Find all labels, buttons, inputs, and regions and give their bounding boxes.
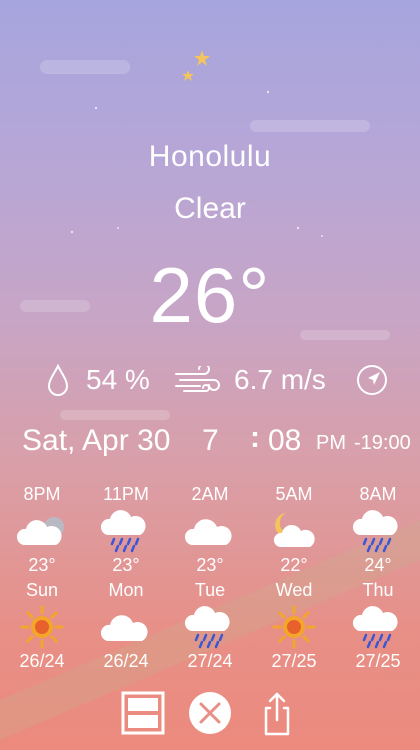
hour-label: 7 xyxy=(202,424,219,457)
weather-stats: 54 % 6.7 m/s xyxy=(0,362,420,398)
daily-day: Wed xyxy=(275,580,313,600)
hourly-time: 11PM xyxy=(103,484,149,504)
hourly-item: 8PM 23° xyxy=(0,484,84,576)
cloud-rain-icon xyxy=(184,606,230,649)
ampm-label: PM xyxy=(316,432,346,454)
bottom-toolbar xyxy=(0,690,420,740)
sun-icon xyxy=(20,605,64,649)
city-name: Honolulu xyxy=(148,140,272,173)
hourly-time: 8AM xyxy=(359,484,397,504)
date-label: Sat, Apr 30 xyxy=(22,424,171,457)
hourly-temp: 23° xyxy=(112,555,140,575)
utc-offset: -19:00 xyxy=(354,432,411,454)
compass-arrow-icon xyxy=(357,365,387,395)
daily-item: Sun 26/24 xyxy=(0,580,84,672)
hourly-temp: 23° xyxy=(28,555,56,575)
wind-icon xyxy=(175,366,220,392)
wind-speed-value: 6.7 m/s xyxy=(234,364,326,395)
daily-day: Sun xyxy=(25,580,59,600)
moon-cloud-icon xyxy=(273,513,315,547)
droplet-icon xyxy=(47,364,69,396)
humidity-value: 54 % xyxy=(86,364,150,395)
daily-range: 27/24 xyxy=(187,651,233,671)
daily-item: Thu 27/25 xyxy=(336,580,420,672)
layout-split-icon[interactable] xyxy=(120,690,166,736)
daily-range: 27/25 xyxy=(271,651,317,671)
daily-item: Mon 26/24 xyxy=(84,580,168,672)
hourly-time: 2AM xyxy=(191,484,229,504)
hourly-temp: 24° xyxy=(364,555,392,575)
hourly-temp: 22° xyxy=(280,555,308,575)
current-temperature: 26° xyxy=(149,251,271,339)
hourly-item: 11PM 23° xyxy=(84,484,168,576)
hourly-item: 2AM 23° xyxy=(168,484,252,576)
daily-day: Mon xyxy=(108,580,144,600)
cloud-partly-gray-icon xyxy=(16,517,64,545)
hourly-item: 5AM 22° xyxy=(252,484,336,576)
daily-day: Thu xyxy=(362,580,394,600)
cloud-icon xyxy=(184,519,232,545)
daily-item: Wed 27/25 xyxy=(252,580,336,672)
daily-range: 27/25 xyxy=(355,651,401,671)
cloud-icon xyxy=(100,615,148,641)
hourly-temp: 23° xyxy=(196,555,224,575)
hourly-item: 8AM 24° xyxy=(336,484,420,576)
cloud-rain-icon xyxy=(352,606,398,649)
cloud-rain-icon xyxy=(352,510,398,553)
daily-range: 26/24 xyxy=(19,651,65,671)
daily-day: Tue xyxy=(194,580,226,600)
minutes-label: 08 xyxy=(268,424,302,457)
cloud-rain-icon xyxy=(100,510,146,553)
date-time: Sat, Apr 30 7 : 08 PM -19:00 xyxy=(22,421,411,464)
close-circle-icon[interactable] xyxy=(187,690,233,736)
time-colon: : xyxy=(250,421,260,454)
sun-icon xyxy=(272,605,316,649)
daily-range: 26/24 xyxy=(103,651,149,671)
share-icon[interactable] xyxy=(254,690,300,736)
hourly-time: 5AM xyxy=(275,484,313,504)
weather-condition: Clear xyxy=(174,192,246,225)
hourly-time: 8PM xyxy=(23,484,61,504)
daily-item: Tue 27/24 xyxy=(168,580,252,672)
moon-icon xyxy=(180,42,238,112)
